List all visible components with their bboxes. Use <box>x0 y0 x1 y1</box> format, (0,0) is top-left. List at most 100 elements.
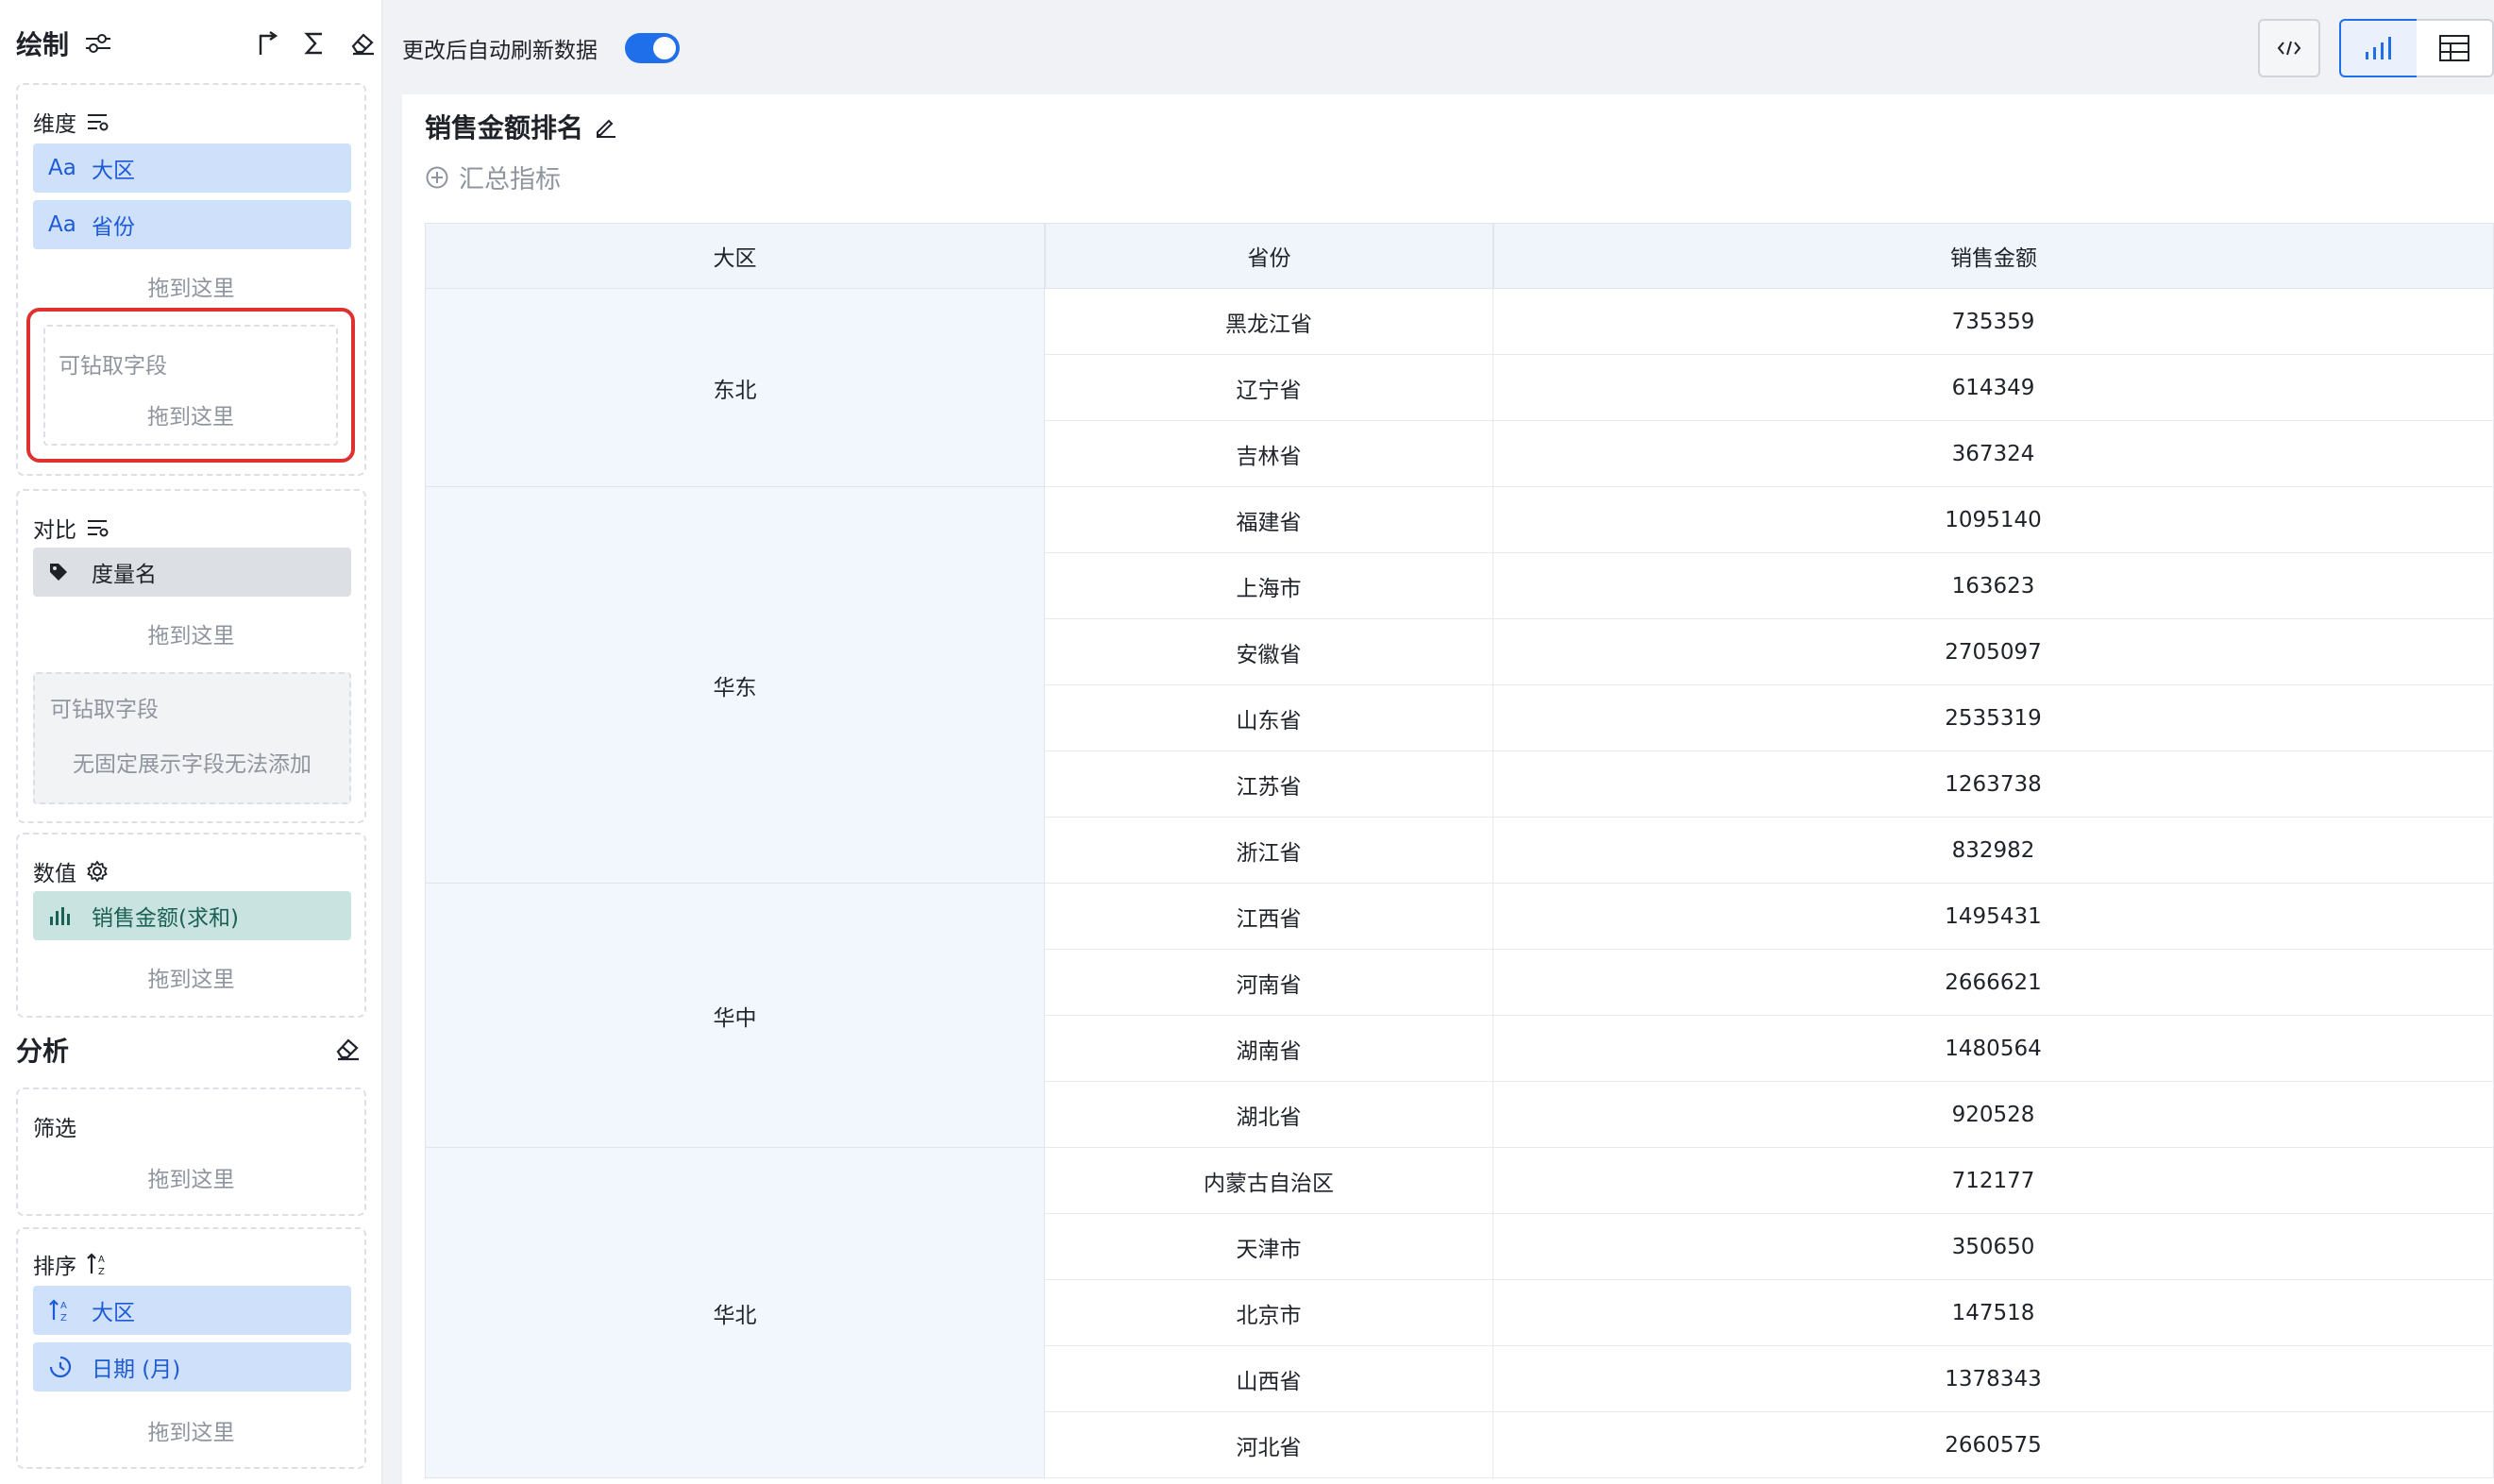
dimension-label-text: 维度 <box>33 112 76 137</box>
table-sales-cell: 832982 <box>1493 818 2494 884</box>
dimension-label: 维度 <box>33 106 109 138</box>
table-sales-cell: 1495431 <box>1493 884 2494 950</box>
table-region-cell: 华中 <box>425 884 1045 1148</box>
compare-label: 对比 <box>33 512 109 544</box>
field-name: 日期 (月) <box>92 1358 181 1382</box>
add-summary-metric[interactable]: 汇总指标 <box>425 159 561 195</box>
drill-field-highlight: 可钻取字段 拖到这里 <box>26 308 355 463</box>
dimension-field-province[interactable]: Aa 省份 <box>33 200 351 249</box>
table-sales-cell: 2660575 <box>1493 1412 2494 1478</box>
table-sales-cell: 614349 <box>1493 355 2494 421</box>
values-field-sales[interactable]: 销售金额(求和) <box>33 891 351 940</box>
filter-list-icon[interactable] <box>86 111 109 132</box>
draw-section-header: 绘制 <box>16 25 112 62</box>
compare-label-text: 对比 <box>33 518 76 543</box>
draw-title: 绘制 <box>16 29 70 60</box>
values-drop-zone[interactable]: 拖到这里 <box>18 961 364 993</box>
table-province-cell: 黑龙江省 <box>1045 289 1493 355</box>
auto-refresh-toggle[interactable] <box>625 33 680 63</box>
table-province-cell: 浙江省 <box>1045 818 1493 884</box>
compare-drop-zone[interactable]: 拖到这里 <box>18 617 364 649</box>
column-header[interactable]: 销售金额 <box>1493 223 2494 289</box>
sort-field-region[interactable]: AZ 大区 <box>33 1286 351 1335</box>
sort-ascending-icon[interactable]: AZ <box>86 1252 110 1276</box>
svg-text:Z: Z <box>98 1267 105 1276</box>
table-province-cell: 湖南省 <box>1045 1016 1493 1082</box>
table-sales-cell: 1378343 <box>1493 1346 2494 1412</box>
table-view-button[interactable] <box>2417 19 2494 77</box>
gear-icon[interactable] <box>86 860 109 883</box>
settings-sliders-icon[interactable] <box>84 31 112 56</box>
field-name: 销售金额(求和) <box>92 906 239 931</box>
analysis-section-header: 分析 <box>16 1031 69 1069</box>
drill-field-zone[interactable]: 可钻取字段 拖到这里 <box>43 325 338 446</box>
dimension-drop-zone[interactable]: 拖到这里 <box>18 270 364 302</box>
filter-label: 筛选 <box>33 1117 76 1141</box>
eraser-icon[interactable] <box>334 1037 361 1061</box>
table-province-cell: 江西省 <box>1045 884 1493 950</box>
summary-label: 汇总指标 <box>459 165 561 194</box>
table-sales-cell: 1095140 <box>1493 487 2494 553</box>
table-sales-cell: 1480564 <box>1493 1016 2494 1082</box>
table-sales-cell: 350650 <box>1493 1214 2494 1280</box>
left-panel: 绘制 维度 Aa 大区 Aa 省份 拖到这里 可钻取字段 拖到这里 对比 度量名… <box>0 0 382 1484</box>
compare-box: 对比 度量名 拖到这里 可钻取字段 无固定展示字段无法添加 <box>16 489 366 823</box>
sort-drop-zone[interactable]: 拖到这里 <box>18 1414 364 1446</box>
column-header[interactable]: 省份 <box>1045 223 1493 289</box>
field-name: 大区 <box>92 1301 135 1325</box>
text-type-icon: Aa <box>48 212 76 237</box>
filter-list-icon[interactable] <box>86 517 109 538</box>
top-toolbar: 更改后自动刷新数据 <box>383 0 2494 94</box>
table-region-cell: 华东 <box>425 487 1045 884</box>
table-sales-cell: 163623 <box>1493 553 2494 619</box>
table-province-cell: 河北省 <box>1045 1412 1493 1478</box>
drill-field-label: 可钻取字段 <box>59 354 167 379</box>
edit-pencil-icon[interactable] <box>593 114 617 139</box>
table-province-cell: 江苏省 <box>1045 751 1493 818</box>
column-header[interactable]: 大区 <box>425 223 1045 289</box>
sort-ascending-icon: AZ <box>48 1298 82 1323</box>
table-sales-cell: 2705097 <box>1493 619 2494 685</box>
sort-label-text: 排序 <box>33 1255 76 1279</box>
field-name: 度量名 <box>92 563 157 587</box>
compare-drill-note: 无固定展示字段无法添加 <box>73 752 312 777</box>
table-icon <box>2438 34 2470 62</box>
table-province-cell: 天津市 <box>1045 1214 1493 1280</box>
sort-field-date-month[interactable]: 日期 (月) <box>33 1342 351 1391</box>
compare-field-measure-name[interactable]: 度量名 <box>33 548 351 597</box>
svg-text:A: A <box>60 1301 67 1311</box>
sort-box: 排序 AZ AZ 大区 日期 (月) 拖到这里 <box>16 1227 366 1469</box>
filter-drop-zone[interactable]: 拖到这里 <box>18 1161 364 1193</box>
table-sales-cell: 147518 <box>1493 1280 2494 1346</box>
chart-title-text: 销售金额排名 <box>425 112 584 143</box>
eraser-icon[interactable] <box>349 31 376 56</box>
svg-text:Z: Z <box>60 1313 67 1323</box>
table-province-cell: 上海市 <box>1045 553 1493 619</box>
analysis-tools <box>334 1037 361 1061</box>
compare-drill-label: 可钻取字段 <box>50 698 159 722</box>
drill-path-icon[interactable] <box>257 30 279 57</box>
sort-label: 排序 AZ <box>33 1248 110 1280</box>
values-label-text: 数值 <box>33 862 76 886</box>
table-region-cell: 华北 <box>425 1148 1045 1478</box>
table-province-cell: 吉林省 <box>1045 421 1493 487</box>
sigma-icon[interactable] <box>304 31 325 56</box>
code-icon <box>2276 39 2302 58</box>
table-sales-cell: 920528 <box>1493 1082 2494 1148</box>
tag-icon <box>48 562 82 582</box>
values-label: 数值 <box>33 855 109 887</box>
bar-chart-icon <box>2363 35 2395 61</box>
code-view-button[interactable] <box>2258 19 2320 77</box>
svg-text:A: A <box>98 1255 105 1265</box>
table-sales-cell: 735359 <box>1493 289 2494 355</box>
table-region-cell: 东北 <box>425 289 1045 487</box>
data-table: 大区 省份 销售金额 东北 黑龙江省 735359 辽宁省 614349 吉林省 367324 华东… <box>425 223 2494 1484</box>
clock-sort-icon <box>48 1355 82 1379</box>
table-province-cell: 河南省 <box>1045 950 1493 1016</box>
plus-circle-icon <box>425 165 449 190</box>
table-province-cell: 辽宁省 <box>1045 355 1493 421</box>
table-sales-cell: 2535319 <box>1493 685 2494 751</box>
values-box: 数值 销售金额(求和) 拖到这里 <box>16 833 366 1018</box>
dimension-field-region[interactable]: Aa 大区 <box>33 143 351 193</box>
chart-view-button[interactable] <box>2339 19 2418 77</box>
